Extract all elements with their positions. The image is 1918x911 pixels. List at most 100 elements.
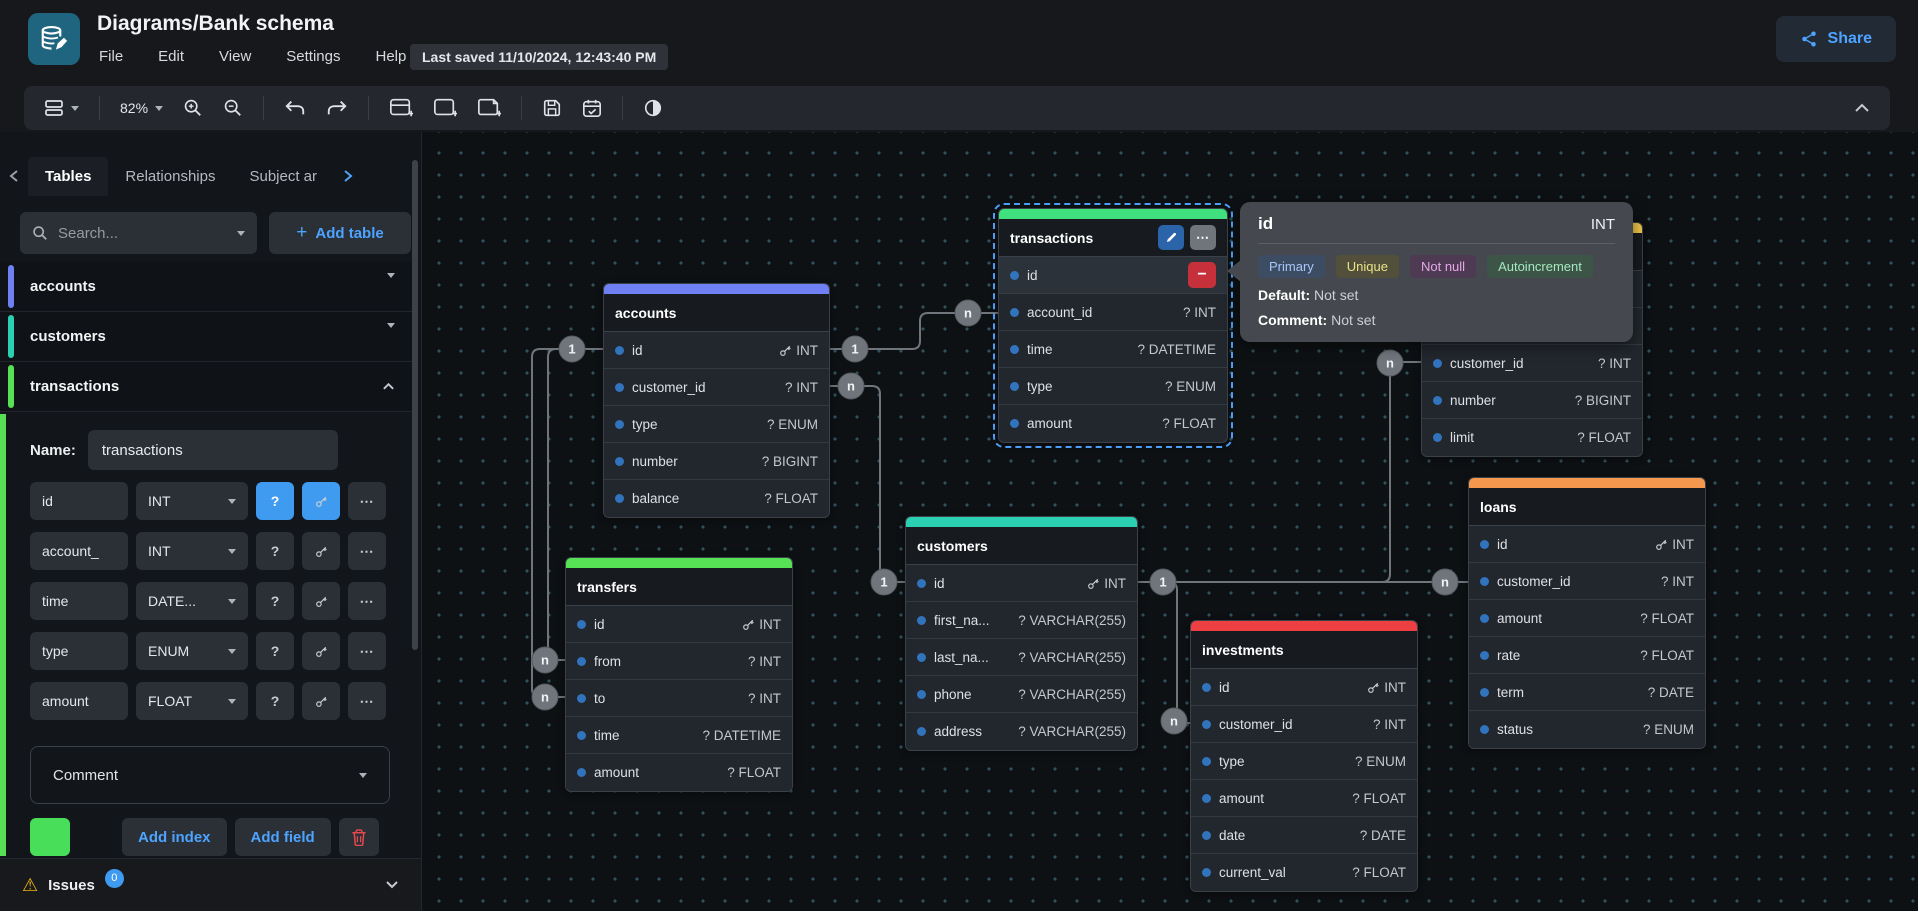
primary-key-toggle[interactable] [302, 682, 340, 720]
table-title[interactable]: transactions⋯ [999, 219, 1227, 257]
primary-key-toggle[interactable] [302, 632, 340, 670]
relationship-line[interactable] [830, 386, 905, 582]
primary-key-toggle[interactable] [302, 482, 340, 520]
field-type-select[interactable]: DATE... [136, 582, 248, 620]
add-note-button[interactable] [471, 93, 507, 123]
menu-view[interactable]: View [215, 45, 255, 68]
table-field-row[interactable]: number? BIGINT [604, 443, 829, 480]
sidebar-scrollbar[interactable] [412, 160, 418, 650]
redo-button[interactable] [320, 95, 354, 121]
field-type-select[interactable]: INT [136, 532, 248, 570]
edit-table-button[interactable] [1158, 225, 1184, 250]
diagram-table-transactions[interactable]: transactions⋯id−account_id? INTtime? DAT… [998, 208, 1228, 443]
nullable-toggle[interactable]: ? [256, 532, 294, 570]
chevron-down-icon[interactable] [385, 876, 399, 894]
relationship-line[interactable] [830, 313, 998, 349]
add-table-button-toolbar[interactable] [383, 93, 419, 123]
zoom-out-button[interactable] [217, 94, 249, 122]
table-title[interactable]: customers [906, 527, 1137, 565]
table-field-row[interactable]: idINT [1469, 526, 1705, 563]
table-field-row[interactable]: phone? VARCHAR(255) [906, 676, 1137, 713]
tabs-scroll-right-icon[interactable] [334, 169, 362, 183]
table-name-input[interactable]: transactions [88, 430, 338, 470]
table-field-row[interactable]: date? DATE [1191, 817, 1417, 854]
menu-file[interactable]: File [95, 45, 127, 68]
field-name-input[interactable]: amount [30, 682, 128, 720]
sidebar-table-transactions[interactable]: transactions [0, 362, 413, 412]
add-field-button[interactable]: Add field [235, 818, 331, 856]
table-field-row[interactable]: idINT [566, 606, 792, 643]
table-field-row[interactable]: amount? FLOAT [566, 754, 792, 791]
save-button[interactable] [536, 94, 568, 122]
undo-button[interactable] [278, 95, 312, 121]
delete-field-button[interactable]: − [1188, 262, 1216, 288]
table-field-row[interactable]: type? ENUM [999, 368, 1227, 405]
table-title[interactable]: transfers [566, 568, 792, 606]
issues-bar[interactable]: ⚠ Issues 0 [0, 858, 421, 911]
table-field-row[interactable]: limit? FLOAT [1422, 419, 1642, 456]
field-name-input[interactable]: id [30, 482, 128, 520]
tab-relationships[interactable]: Relationships [108, 157, 232, 196]
table-field-row[interactable]: current_val? FLOAT [1191, 854, 1417, 891]
search-input[interactable]: Search... [20, 212, 257, 254]
field-name-input[interactable]: time [30, 582, 128, 620]
diagram-table-customers[interactable]: customersidINTfirst_na...? VARCHAR(255)l… [905, 516, 1138, 751]
table-field-row[interactable]: address? VARCHAR(255) [906, 713, 1137, 750]
tabs-scroll-left-icon[interactable] [0, 169, 28, 183]
table-field-row[interactable]: id− [999, 257, 1227, 294]
table-field-row[interactable]: type? ENUM [604, 406, 829, 443]
zoom-in-button[interactable] [177, 94, 209, 122]
table-field-row[interactable]: from? INT [566, 643, 792, 680]
table-field-row[interactable]: number? BIGINT [1422, 382, 1642, 419]
diagram-table-loans[interactable]: loansidINTcustomer_id? INTamount? FLOATr… [1468, 477, 1706, 749]
diagram-table-accounts[interactable]: accountsidINTcustomer_id? INTtype? ENUMn… [603, 283, 830, 518]
table-field-row[interactable]: first_na...? VARCHAR(255) [906, 602, 1137, 639]
share-button[interactable]: Share [1776, 16, 1896, 62]
nullable-toggle[interactable]: ? [256, 582, 294, 620]
diagram-table-transfers[interactable]: transfersidINTfrom? INTto? INTtime? DATE… [565, 557, 793, 792]
table-title[interactable]: loans [1469, 488, 1705, 526]
table-field-row[interactable]: time? DATETIME [999, 331, 1227, 368]
field-name-input[interactable]: type [30, 632, 128, 670]
table-field-row[interactable]: rate? FLOAT [1469, 637, 1705, 674]
primary-key-toggle[interactable] [302, 582, 340, 620]
field-type-select[interactable]: INT [136, 482, 248, 520]
nullable-toggle[interactable]: ? [256, 482, 294, 520]
table-field-row[interactable]: customer_id? INT [604, 369, 829, 406]
field-more-options-button[interactable]: ⋯ [348, 532, 386, 570]
field-more-options-button[interactable]: ⋯ [348, 482, 386, 520]
menu-edit[interactable]: Edit [154, 45, 188, 68]
menu-settings[interactable]: Settings [282, 45, 344, 68]
theme-toggle-button[interactable] [637, 94, 669, 122]
field-type-select[interactable]: ENUM [136, 632, 248, 670]
collapse-toolbar-button[interactable] [1848, 99, 1876, 117]
diagram-table-investments[interactable]: investmentsidINTcustomer_id? INTtype? EN… [1190, 620, 1418, 892]
field-type-select[interactable]: FLOAT [136, 682, 248, 720]
table-field-row[interactable]: last_na...? VARCHAR(255) [906, 639, 1137, 676]
table-more-options-button[interactable]: ⋯ [1190, 225, 1216, 250]
nullable-toggle[interactable]: ? [256, 682, 294, 720]
sidebar-table-accounts[interactable]: accounts [0, 262, 413, 312]
add-area-button[interactable] [427, 93, 463, 123]
zoom-level-dropdown[interactable]: 82% [114, 96, 169, 120]
comment-collapse[interactable]: Comment [30, 746, 390, 804]
relationship-line[interactable] [1138, 582, 1190, 723]
table-field-row[interactable]: customer_id? INT [1422, 345, 1642, 382]
field-more-options-button[interactable]: ⋯ [348, 682, 386, 720]
table-field-row[interactable]: amount? FLOAT [1191, 780, 1417, 817]
table-field-row[interactable]: type? ENUM [1191, 743, 1417, 780]
table-field-row[interactable]: customer_id? INT [1469, 563, 1705, 600]
diagram-list-button[interactable] [38, 95, 85, 121]
table-field-row[interactable]: idINT [604, 332, 829, 369]
table-field-row[interactable]: idINT [1191, 669, 1417, 706]
table-field-row[interactable]: term? DATE [1469, 674, 1705, 711]
add-index-button[interactable]: Add index [122, 818, 227, 856]
field-more-options-button[interactable]: ⋯ [348, 632, 386, 670]
sidebar-table-customers[interactable]: customers [0, 312, 413, 362]
diagram-canvas[interactable]: accountsidINTcustomer_id? INTtype? ENUMn… [422, 132, 1918, 911]
table-field-row[interactable]: customer_id? INT [1191, 706, 1417, 743]
nullable-toggle[interactable]: ? [256, 632, 294, 670]
delete-table-button[interactable] [339, 818, 379, 856]
tab-tables[interactable]: Tables [28, 157, 108, 196]
tab-subject-areas[interactable]: Subject ar [232, 157, 334, 196]
